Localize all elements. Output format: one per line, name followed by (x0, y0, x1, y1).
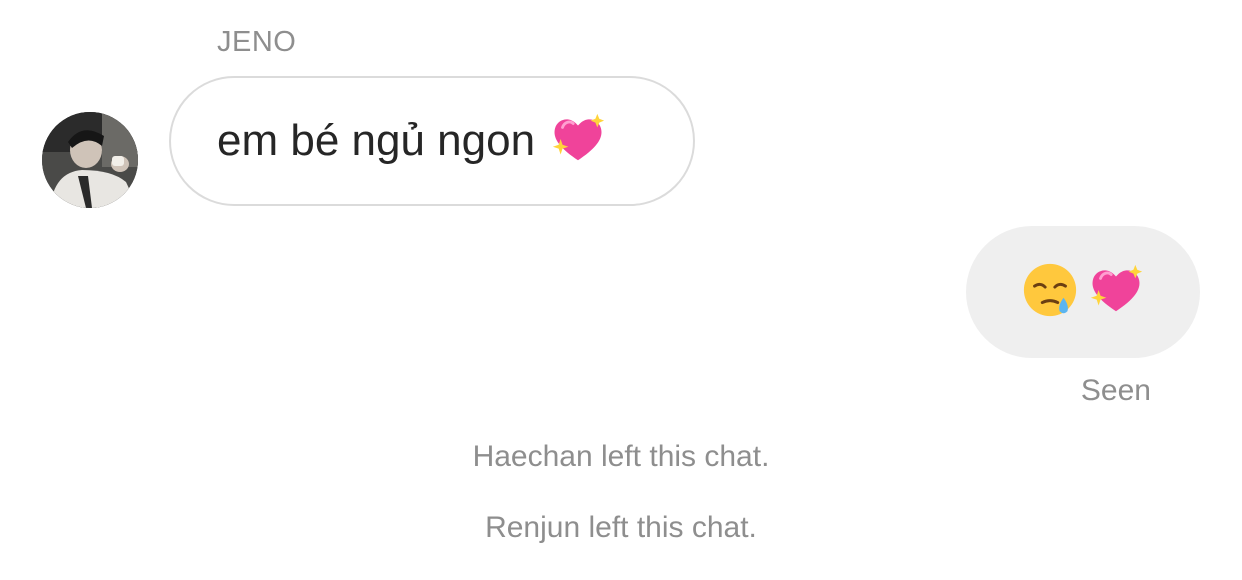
sparkling-heart-icon (549, 110, 607, 173)
system-message: Haechan left this chat. (472, 440, 770, 473)
chat-thread: JENO em bé ngủ ngon Seen Haechan left th… (0, 0, 1242, 580)
system-message: Renjun left this chat. (485, 511, 757, 544)
avatar-photo (42, 112, 138, 208)
message-text: em bé ngủ ngon (217, 116, 536, 165)
seen-status: Seen (1080, 374, 1151, 407)
avatar[interactable] (42, 112, 138, 208)
sleepy-face-icon (1021, 261, 1079, 324)
incoming-message-bubble[interactable]: em bé ngủ ngon (169, 76, 695, 206)
sender-name: JENO (217, 26, 297, 58)
outgoing-message-bubble[interactable] (966, 226, 1200, 358)
sparkling-heart-icon (1087, 261, 1145, 324)
